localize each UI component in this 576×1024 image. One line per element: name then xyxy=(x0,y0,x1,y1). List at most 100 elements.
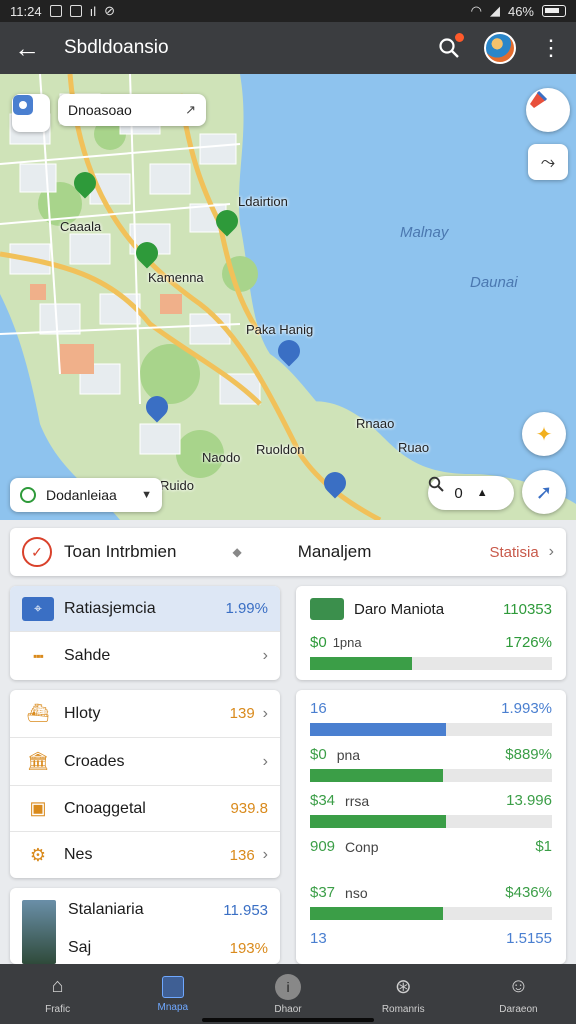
progress-fill xyxy=(310,657,412,670)
car-mode-icon[interactable]: ⤳ xyxy=(528,144,568,180)
water-label: Daunai xyxy=(470,274,518,291)
location-icon[interactable] xyxy=(12,94,50,132)
nav-item-label: Romanris xyxy=(381,1003,425,1015)
water-label: Malnay xyxy=(400,224,449,241)
search-icon[interactable] xyxy=(438,33,464,59)
map-place-label: Ldairtion xyxy=(238,194,288,209)
stat-row[interactable]: 909 Conp $1 xyxy=(296,828,566,874)
list-item[interactable]: ⚙ Nes 136 › xyxy=(10,832,280,878)
stat-label: $0 xyxy=(310,746,327,763)
nfc-icon: ⊘ xyxy=(104,3,115,18)
cell-signal-icon: ◢ xyxy=(489,3,500,18)
list-item-label: Stalaniaria xyxy=(68,901,144,918)
progress-bar xyxy=(310,907,552,920)
navigate-arrow-icon[interactable]: ➚ xyxy=(522,470,566,514)
compass-icon: ⊛ xyxy=(394,976,412,998)
list-item-value: 139 xyxy=(229,705,255,722)
info-panel: ✓ Toan Intrbmien ◆ Manaljem Statisia › ⌖… xyxy=(0,520,576,964)
list-item-label: Nes xyxy=(64,846,93,863)
list-item-label: Cnoaggetal xyxy=(64,799,146,817)
list-item-value: 193% xyxy=(229,939,268,957)
avatar[interactable] xyxy=(484,32,516,64)
home-icon: ⌂ xyxy=(51,975,64,997)
nav-item-info[interactable]: i Dhaor xyxy=(230,964,345,1024)
progress-bar xyxy=(310,769,552,782)
map-place-label: Ruao xyxy=(398,440,430,455)
progress-bar xyxy=(310,657,552,670)
map-search-chip[interactable]: Dnoasoao ↗ xyxy=(58,94,206,126)
stat-row[interactable]: 13 1.5155 xyxy=(296,920,566,964)
stats-card: 16 1.993% $0 pna $889% $34 rrsa 13.996 909 Conp $1… xyxy=(296,690,566,964)
list-item-label: Croades xyxy=(64,752,125,770)
stat-row[interactable]: $37 nso $436% xyxy=(296,874,566,920)
dots-icon: ▪▪▪ xyxy=(33,649,44,663)
category-card: ⛴ Hloty 139 › 🏛 Croades › ▣ Cnoaggetal 9… xyxy=(10,690,280,878)
route-icon: ⌖ xyxy=(22,596,54,621)
stat-value: $1 xyxy=(535,838,552,855)
signal-icon: ıl xyxy=(89,3,97,19)
list-item-value: 136 xyxy=(229,846,255,864)
list-item[interactable]: ▪▪▪ Sahde › xyxy=(10,632,280,680)
list-item[interactable]: 🏛 Croades › xyxy=(10,738,280,786)
progress-fill xyxy=(310,907,444,920)
gear-pin-icon: ⚙ xyxy=(29,844,47,865)
stat-sub: pna xyxy=(336,746,361,763)
wifi-icon: ◠ xyxy=(470,3,482,18)
ship-icon: ⛴ xyxy=(26,703,50,723)
stat-label: 13 xyxy=(310,930,327,947)
stat-label: $0 xyxy=(310,634,327,651)
station-thumbnail xyxy=(22,900,56,964)
layers-icon[interactable] xyxy=(526,88,570,132)
mail-icon xyxy=(69,5,82,17)
nav-item-map[interactable]: Mnapa xyxy=(115,964,230,1024)
stat-row[interactable]: $34 rrsa 13.996 xyxy=(296,782,566,828)
list-item[interactable]: ⛴ Hloty 139 › xyxy=(10,690,280,738)
list-item-label: Saj xyxy=(68,939,92,956)
home-indicator[interactable] xyxy=(202,1018,374,1022)
nav-item-label: Daraeon xyxy=(499,1003,538,1015)
management-title: Daro Maniota xyxy=(354,600,445,618)
app-bar: ← Sbdldoansio ⋮ xyxy=(0,22,576,74)
stat-sub: rrsa xyxy=(345,792,370,809)
building-icon: 🏛 xyxy=(26,751,50,771)
notification-icon xyxy=(49,5,62,17)
map-place-label: Kamenna xyxy=(148,270,204,285)
battery-percent: 46% xyxy=(507,3,534,19)
nav-item-traffic[interactable]: ⌂ Frafic xyxy=(0,964,115,1024)
layer-circle-icon xyxy=(20,487,36,503)
nav-item-profile[interactable]: ☺ Daraeon xyxy=(461,964,576,1024)
stat-row[interactable]: $0 pna $889% xyxy=(296,736,566,782)
management-value: 110353 xyxy=(503,600,552,618)
layer-select[interactable]: Dodanleiaa ▼ xyxy=(10,478,162,512)
stat-value: 1.993% xyxy=(501,700,552,717)
panel-header-middle: Manaljem xyxy=(297,542,372,561)
progress-fill xyxy=(310,723,446,736)
chevron-right-icon: › xyxy=(262,846,268,863)
summary-card: ⌖ Ratiasjemcia 1.99% ▪▪▪ Sahde › xyxy=(10,586,280,680)
management-card[interactable]: Daro Maniota 110353 $0 1pna 1726% xyxy=(296,586,566,680)
map-place-label: Caaala xyxy=(60,219,102,234)
store-icon: ▣ xyxy=(29,798,47,818)
list-item[interactable]: ⌖ Ratiasjemcia 1.99% xyxy=(10,586,280,632)
bottom-nav: ⌂ Frafic Mnapa i Dhaor ⊛ Romanris ☺ Dara… xyxy=(0,964,576,1024)
map-place-label: Paka Hanig xyxy=(246,322,314,337)
zoom-control[interactable]: 0 ▲ xyxy=(428,476,514,510)
more-menu-icon[interactable]: ⋮ xyxy=(540,37,562,59)
map-place-label: Ruido xyxy=(160,478,194,493)
stat-sub: nso xyxy=(345,884,368,901)
favorite-place-icon[interactable]: ✦ xyxy=(522,412,566,456)
stat-row[interactable]: 16 1.993% xyxy=(296,690,566,736)
statistics-link[interactable]: Statisia xyxy=(489,544,538,561)
progress-bar xyxy=(310,815,552,828)
brand-logo-icon: ✓ xyxy=(22,537,52,567)
nav-item-compass[interactable]: ⊛ Romanris xyxy=(346,964,461,1024)
list-item[interactable]: ▣ Cnoaggetal 939.8 xyxy=(10,786,280,832)
map-view[interactable]: Caaala Ldairtion Kamenna Paka Hanig Rnaa… xyxy=(0,74,576,520)
panel-header[interactable]: ✓ Toan Intrbmien ◆ Manaljem Statisia › xyxy=(10,528,566,576)
stat-value: 13.996 xyxy=(506,792,552,809)
list-item-value: 1.99% xyxy=(225,600,268,617)
map-place-label: Naodo xyxy=(202,450,241,465)
back-arrow-icon[interactable]: ← xyxy=(14,33,48,64)
stat-sub: Conp xyxy=(345,838,379,855)
stat-sub: 1pna xyxy=(332,635,362,650)
